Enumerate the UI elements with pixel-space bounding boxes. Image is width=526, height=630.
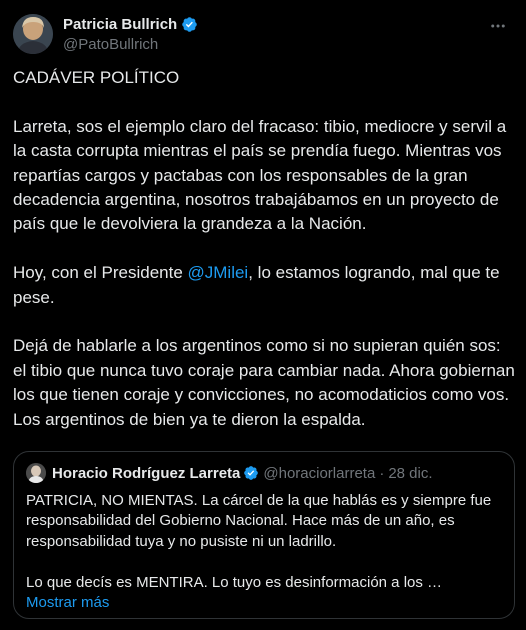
tweet-paragraph-2: Hoy, con el Presidente @JMilei, lo estam… <box>13 261 516 310</box>
tweet-paragraph-3: Dejá de hablarle a los argentinos como s… <box>13 336 515 429</box>
tweet-text: CADÁVER POLÍTICO Larreta, sos el ejemplo… <box>13 66 516 432</box>
quoted-verified-badge-icon <box>244 466 259 480</box>
quoted-avatar <box>26 463 46 483</box>
show-more-link[interactable]: Mostrar más <box>26 593 109 613</box>
tweet-header: Patricia Bullrich @PatoBullrich <box>13 12 514 56</box>
quoted-text: PATRICIA, NO MIENTAS. La cárcel de la qu… <box>26 491 502 593</box>
paragraph-2-before: Hoy, con el Presidente <box>13 263 188 283</box>
quoted-paragraph-2: Lo que decís es MENTIRA. Lo tuyo es desi… <box>26 573 443 591</box>
author-avatar[interactable] <box>13 14 53 54</box>
tweet-paragraph-1: Larreta, sos el ejemplo claro del fracas… <box>13 116 507 234</box>
quoted-author-handle: @horaciorlarreta <box>263 464 376 482</box>
quoted-author-name: Horacio Rodríguez Larreta <box>52 464 241 482</box>
quoted-paragraph-1: PATRICIA, NO MIENTAS. La cárcel de la qu… <box>26 492 492 550</box>
verified-badge-icon <box>182 16 197 32</box>
quoted-separator: · <box>379 464 385 482</box>
tweet-title: CADÁVER POLÍTICO <box>13 68 180 87</box>
quoted-tweet[interactable]: Horacio Rodríguez Larreta @horaciorlarre… <box>13 451 515 619</box>
more-options-icon[interactable] <box>486 14 510 38</box>
quoted-date[interactable]: 28 dic. <box>388 465 432 482</box>
author-handle[interactable]: @PatoBullrich <box>63 35 198 54</box>
mention-link[interactable]: @JMilei <box>188 263 249 282</box>
quoted-header: Horacio Rodríguez Larreta @horaciorlarre… <box>26 463 502 483</box>
author-name[interactable]: Patricia Bullrich <box>63 15 177 34</box>
